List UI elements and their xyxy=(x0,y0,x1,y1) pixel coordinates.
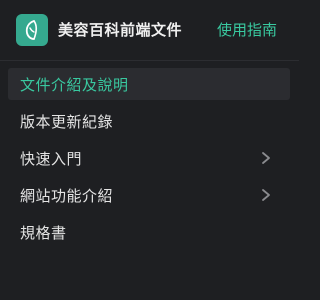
header-divider xyxy=(0,60,299,61)
nav-item-changelog[interactable]: 版本更新紀錄 xyxy=(0,105,299,137)
nav-item-label: 快速入門 xyxy=(20,149,83,168)
nav-item-label: 規格書 xyxy=(20,223,67,242)
nav-item-spec[interactable]: 規格書 xyxy=(0,216,299,248)
leaf-face-icon xyxy=(25,20,38,40)
nav-item-label: 文件介紹及說明 xyxy=(20,75,129,94)
nav-item-doc-intro[interactable]: 文件介紹及說明 xyxy=(8,68,290,100)
app-title: 美容百科前端文件 xyxy=(58,21,183,39)
sidebar-nav: 文件介紹及說明 版本更新紀錄 快速入門 網站功能介紹 規格書 xyxy=(0,68,299,253)
nav-item-label: 版本更新紀錄 xyxy=(20,112,114,131)
top-header: 美容百科前端文件 使用指南 xyxy=(0,0,299,62)
app-logo-icon[interactable] xyxy=(16,14,48,46)
chevron-right-icon[interactable] xyxy=(259,151,273,165)
nav-item-quick-start[interactable]: 快速入門 xyxy=(0,142,299,174)
user-guide-link[interactable]: 使用指南 xyxy=(217,19,277,40)
nav-item-site-features[interactable]: 網站功能介紹 xyxy=(0,179,299,211)
chevron-right-icon[interactable] xyxy=(259,188,273,202)
nav-item-label: 網站功能介紹 xyxy=(20,186,114,205)
